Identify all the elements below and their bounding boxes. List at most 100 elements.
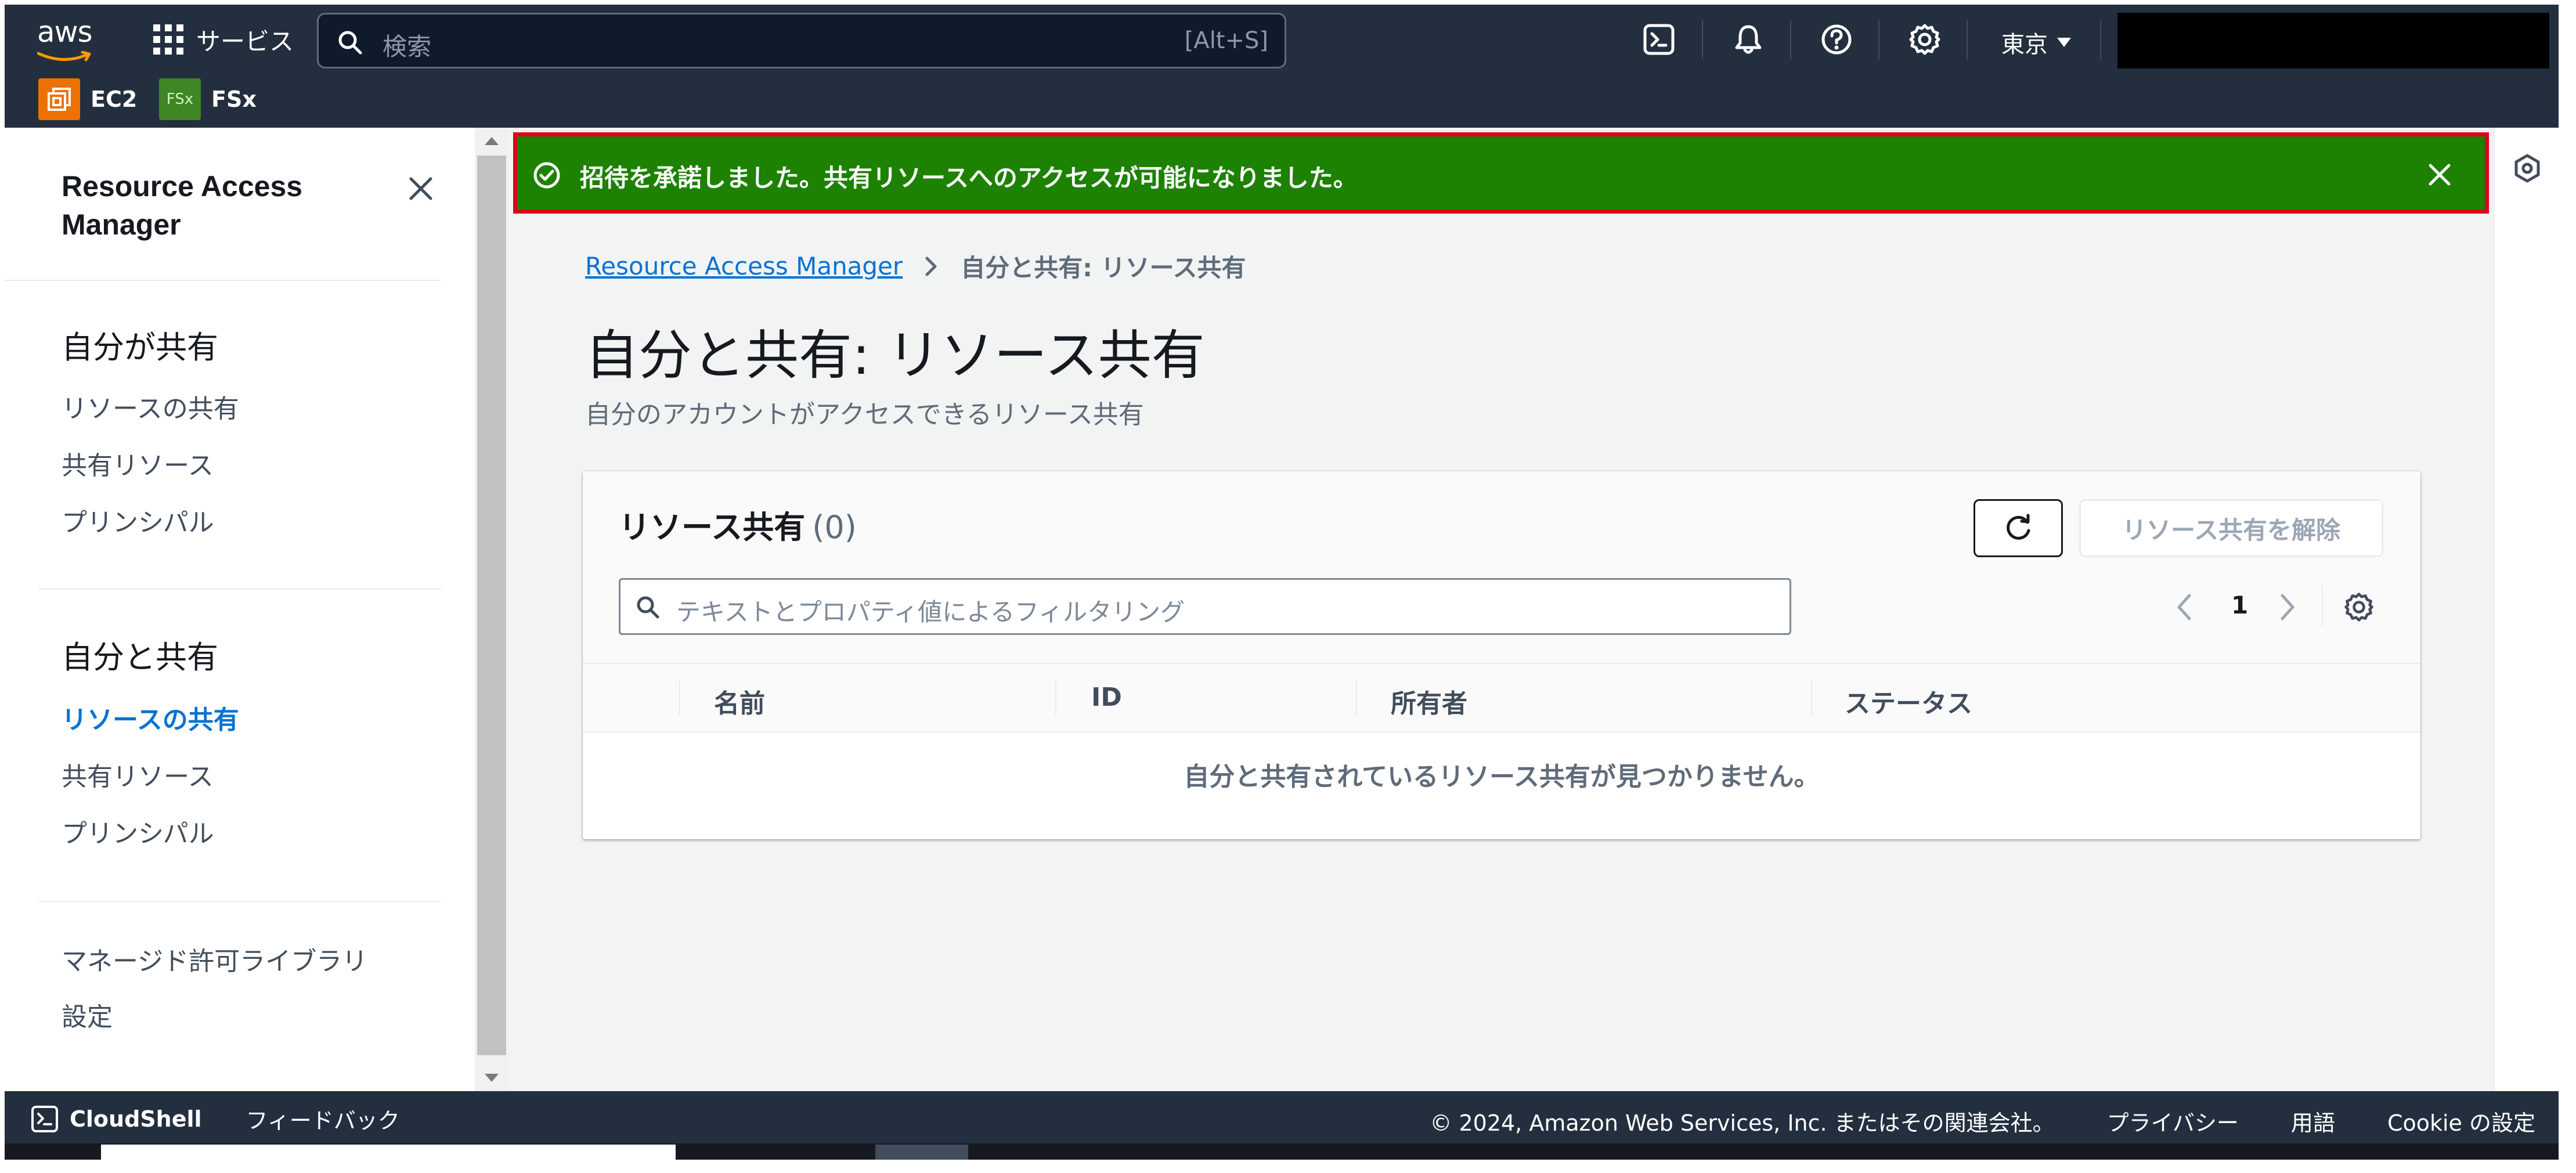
region-selector[interactable]: 東京 [2001,26,2071,59]
feedback-link[interactable]: フィードバック [246,1103,400,1135]
nav-link-shared-with-me-shared-resources[interactable]: 共有リソース [62,756,214,793]
ec2-icon [38,78,80,120]
nav-link-shared-with-me-resource-shares[interactable]: リソースの共有 [62,699,239,736]
flash-message: 招待を承諾しました。共有リソースへのアクセスが可能になりました。 [580,164,1358,192]
divider [2100,20,2101,59]
bell-icon[interactable] [1731,22,1766,57]
aws-logo[interactable]: aws [35,15,99,62]
right-tools-rail [2494,128,2559,1091]
global-search-input[interactable]: 検索 [Alt+S] [317,13,1286,68]
main-content: 招待を承諾しました。共有リソースへのアクセスが可能になりました。 Resourc… [508,128,2494,1091]
favorite-fsx[interactable]: FSx FSx [159,78,257,121]
success-flash-notification: 招待を承諾しました。共有リソースへのアクセスが可能になりました。 [513,132,2489,214]
favorite-ec2[interactable]: EC2 [38,78,137,121]
resource-shares-table-container: リソース共有 (0) リソース共有を解除 テキストとプロパティ値によるフィルタリン… [583,471,2420,839]
table-count: (0) [812,509,857,546]
gear-icon[interactable] [1907,22,1942,57]
refresh-icon [2007,514,2030,540]
grid-icon [153,24,183,55]
filter-placeholder: テキストとプロパティ値によるフィルタリング [676,598,1185,626]
nav-link-shared-with-me-principals[interactable]: プリンシパル [62,813,214,850]
copyright-text: © 2024, Amazon Web Services, Inc. またはその関… [1430,1110,2055,1136]
aws-logo-text: aws [37,15,93,49]
divider [1878,20,1879,59]
taskbar-input[interactable] [101,1145,676,1160]
cookie-preferences-link[interactable]: Cookie の設定 [2387,1105,2535,1137]
chevron-right-icon[interactable] [2275,590,2299,625]
gear-icon[interactable] [2343,591,2375,623]
chevron-left-icon[interactable] [2173,590,2196,625]
side-navigation: Resource Access Manager 自分が共有 リソースの共有 共有… [5,128,475,1091]
footer-left: CloudShell フィードバック [30,1103,400,1135]
close-icon[interactable] [2427,162,2452,187]
aws-top-navigation: aws サービス 検索 [Alt+S] 東京 EC2 FSx FSx [5,5,2559,128]
breadcrumb: Resource Access Manager 自分と共有: リソース共有 [585,248,1246,284]
nav-section-shared-with-me: 自分と共有 [62,639,218,676]
terms-link[interactable]: 用語 [2291,1105,2335,1137]
close-icon[interactable] [405,173,436,204]
scroll-up-arrow-icon[interactable] [485,137,499,145]
leave-resource-share-button[interactable]: リソース共有を解除 [2079,499,2383,557]
footer-right: © 2024, Amazon Web Services, Inc. またはその関… [1430,1105,2535,1137]
favorite-fsx-label: FSx [211,86,257,112]
page-title: 自分と共有: リソース共有 [585,324,1205,387]
cloudshell-icon [31,1105,58,1132]
browser-viewport: aws サービス 検索 [Alt+S] 東京 EC2 FSx FSx Resou… [5,5,2559,1160]
divider [38,589,441,590]
column-header-id[interactable]: ID [1091,683,1122,712]
search-placeholder: 検索 [383,33,432,61]
divider [38,901,441,902]
column-divider [679,680,680,716]
services-menu-button[interactable]: サービス [153,22,294,57]
pagination-current-page[interactable]: 1 [2231,591,2248,619]
breadcrumb-link-ram[interactable]: Resource Access Manager [585,252,903,280]
table-header-area: リソース共有 (0) リソース共有を解除 テキストとプロパティ値によるフィルタリン… [583,471,2420,663]
filter-input[interactable]: テキストとプロパティ値によるフィルタリング [619,578,1791,635]
table-title-text: リソース共有 [619,509,806,546]
help-icon[interactable] [1819,22,1854,57]
nav-link-shared-by-me-resource-shares[interactable]: リソースの共有 [62,388,239,425]
breadcrumb-current: 自分と共有: リソース共有 [961,254,1246,282]
scrollbar-thumb[interactable] [477,156,506,1055]
favorite-ec2-label: EC2 [91,86,138,112]
region-label: 東京 [2001,31,2048,58]
column-header-status[interactable]: ステータス [1845,683,1972,720]
nav-scrollbar[interactable] [475,128,508,1091]
cloudshell-link[interactable]: CloudShell [70,1106,202,1132]
nav-link-managed-permissions-library[interactable]: マネージド許可ライブラリ [62,940,367,977]
nav-header-title[interactable]: Resource Access Manager [62,167,375,244]
chevron-right-icon [925,257,937,276]
nav-link-shared-by-me-principals[interactable]: プリンシパル [62,501,214,539]
privacy-link[interactable]: プライバシー [2107,1105,2239,1137]
table-empty-state: 自分と共有されているリソース共有が見つかりません。 [1184,762,1820,792]
check-circle-icon [533,162,560,189]
search-icon [338,31,362,55]
column-header-name[interactable]: 名前 [714,683,765,720]
info-panel-icon[interactable] [2512,153,2542,183]
table-title: リソース共有 (0) [619,501,857,547]
search-shortcut-hint: [Alt+S] [1184,27,1268,54]
divider [2322,585,2323,627]
scroll-down-arrow-icon[interactable] [485,1074,499,1082]
column-header-owner[interactable]: 所有者 [1391,683,1467,720]
nav-link-settings[interactable]: 設定 [62,996,113,1033]
cloudshell-icon[interactable] [1641,22,1676,57]
nav-link-shared-by-me-shared-resources[interactable]: 共有リソース [62,445,214,482]
divider [1702,20,1703,59]
account-menu-redacted[interactable] [2117,13,2549,68]
console-footer: CloudShell フィードバック © 2024, Amazon Web Se… [5,1091,2559,1160]
divider [5,280,441,281]
taskbar-tab[interactable] [875,1145,968,1160]
column-divider [1811,680,1812,716]
services-label: サービス [196,27,294,56]
fsx-icon: FSx [159,78,201,120]
refresh-button[interactable] [1974,499,2063,557]
divider [1967,20,1968,59]
page-description: 自分のアカウントがアクセスできるリソース共有 [585,400,1144,430]
column-divider [1356,680,1357,716]
column-divider [1055,680,1056,716]
nav-section-shared-by-me: 自分が共有 [62,329,218,366]
aws-smile-icon [37,51,91,62]
caret-down-icon [2057,38,2071,47]
search-icon [637,596,659,619]
